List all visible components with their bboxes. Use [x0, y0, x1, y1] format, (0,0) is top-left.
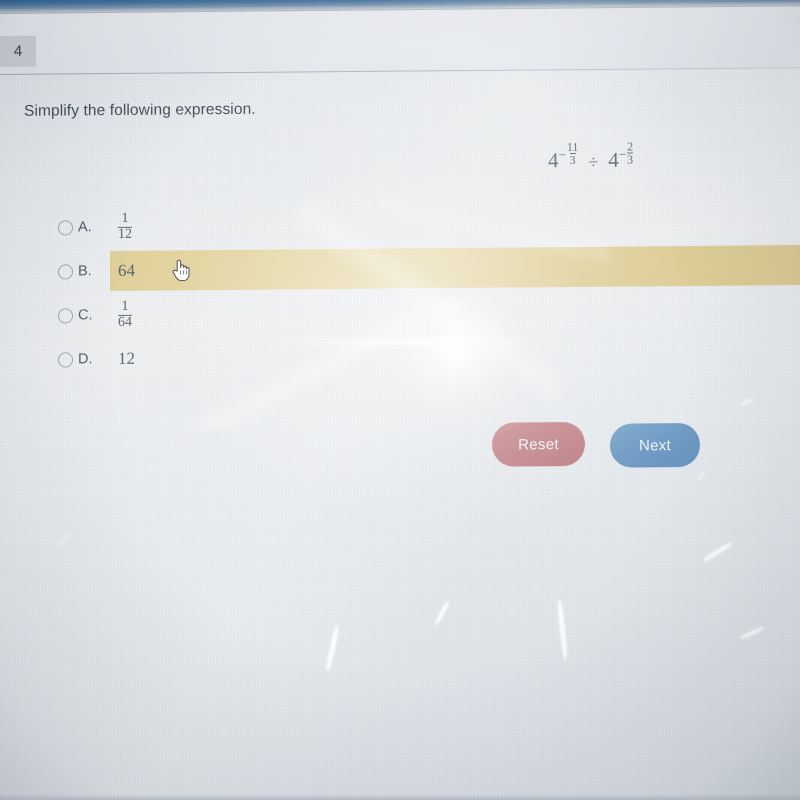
option-a-fraction: 1 12: [118, 210, 132, 243]
math-expression: 4 − 11 3 ÷ 4 − 2 3: [548, 139, 634, 172]
option-row-a[interactable]: A. 1 12: [0, 199, 800, 250]
option-c-denominator: 64: [118, 314, 132, 331]
radio-option-a[interactable]: [58, 219, 73, 235]
reset-button[interactable]: Reset: [492, 421, 585, 467]
expression-term-2: 4 − 2 3: [608, 139, 634, 172]
photographed-screen: 4 Simplify the following expression. 4 −…: [0, 0, 800, 800]
term1-base: 4: [548, 148, 559, 173]
option-a-numerator: 1: [121, 210, 129, 226]
option-c-letter: C.: [78, 307, 93, 324]
next-button[interactable]: Next: [610, 422, 700, 468]
option-row-b[interactable]: B. 64: [0, 243, 800, 294]
option-a-value: 1 12: [118, 210, 132, 243]
option-row-c[interactable]: C. 1 64: [0, 287, 800, 338]
term1-exponent-denominator: 3: [569, 153, 576, 168]
radio-option-c[interactable]: [58, 307, 73, 323]
term2-exponent-numerator: 2: [627, 139, 634, 154]
option-c-value: 1 64: [118, 298, 132, 331]
radio-option-b[interactable]: [58, 263, 73, 279]
term2-exponent-denominator: 3: [627, 152, 634, 167]
option-a-letter: A.: [78, 219, 92, 236]
option-c-fraction: 1 64: [118, 298, 132, 331]
term2-exponent-sign: −: [618, 146, 627, 162]
term2-exponent-fraction: 2 3: [627, 139, 634, 167]
option-d-letter: D.: [78, 351, 93, 368]
term1-exponent-numerator: 11: [566, 139, 579, 155]
next-button-label: Next: [638, 436, 672, 454]
option-row-d[interactable]: D. 12: [0, 331, 800, 382]
expression-term-1: 4 − 11 3: [548, 139, 579, 172]
question-content: Simplify the following expression. 4 − 1…: [0, 0, 800, 800]
term1-exponent-fraction: 11 3: [566, 139, 579, 168]
term1-exponent-sign: −: [558, 147, 566, 163]
term1-exponent: − 11 3: [558, 139, 579, 168]
division-operator: ÷: [588, 152, 599, 173]
option-b-value: 64: [118, 260, 135, 280]
pointing-hand-cursor-icon: [171, 258, 191, 282]
reset-button-label: Reset: [518, 435, 559, 453]
option-d-value: 12: [118, 348, 135, 368]
question-prompt: Simplify the following expression.: [24, 100, 256, 120]
option-a-denominator: 12: [118, 226, 132, 243]
term2-exponent: − 2 3: [618, 139, 634, 167]
term2-base: 4: [608, 147, 619, 172]
option-b-letter: B.: [78, 263, 92, 280]
radio-option-d[interactable]: [58, 351, 73, 367]
option-c-numerator: 1: [121, 298, 129, 314]
